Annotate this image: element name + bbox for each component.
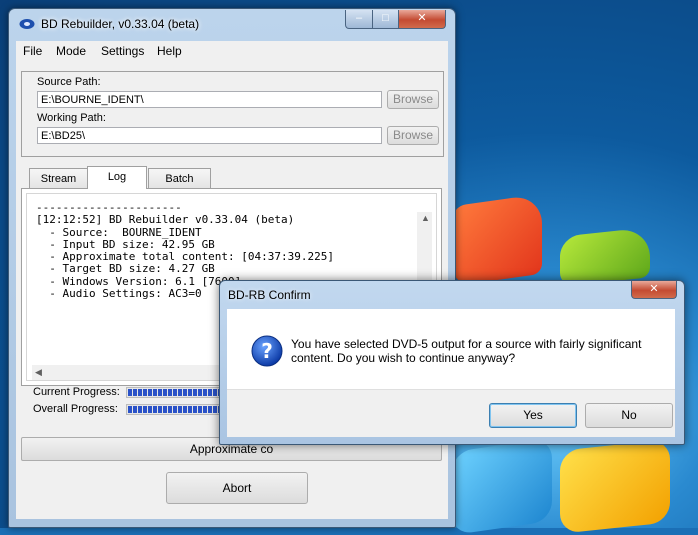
windows-logo-blue [452, 437, 552, 535]
overall-progress-label: Overall Progress: [33, 403, 118, 415]
dialog-title: BD-RB Confirm [228, 288, 311, 302]
scroll-up-arrow-icon[interactable]: ▲ [421, 213, 430, 223]
abort-button[interactable]: Abort [166, 472, 308, 504]
minimize-button[interactable]: – [345, 10, 373, 29]
svg-text:?: ? [261, 339, 273, 363]
question-icon: ? [251, 335, 283, 367]
working-path-input[interactable]: E:\BD25\ [37, 127, 382, 144]
title-bar[interactable]: BD Rebuilder, v0.33.04 (beta) – □ ✕ [9, 9, 455, 39]
dialog-button-bar: Yes No [227, 389, 675, 437]
menu-help[interactable]: Help [157, 44, 182, 58]
current-progress-label: Current Progress: [33, 386, 120, 398]
menu-file[interactable]: File [23, 44, 42, 58]
tab-batch[interactable]: Batch [148, 168, 211, 188]
paths-panel: Source Path: E:\BOURNE_IDENT\ Browse Wor… [21, 71, 444, 157]
maximize-button[interactable]: □ [372, 10, 399, 29]
yes-button[interactable]: Yes [489, 403, 577, 428]
menu-bar: File Mode Settings Help [16, 41, 448, 61]
app-icon [19, 19, 35, 29]
main-window: BD Rebuilder, v0.33.04 (beta) – □ ✕ File… [8, 8, 456, 528]
working-path-label: Working Path: [37, 112, 106, 124]
confirm-dialog: BD-RB Confirm ✕ ? You have selected DVD-… [219, 280, 685, 445]
no-button[interactable]: No [585, 403, 673, 428]
windows-logo-red [452, 193, 542, 287]
tab-log[interactable]: Log [87, 166, 147, 189]
close-button[interactable]: ✕ [398, 10, 446, 29]
menu-mode[interactable]: Mode [56, 44, 86, 58]
dialog-client-area: ? You have selected DVD-5 output for a s… [227, 309, 675, 437]
source-path-label: Source Path: [37, 76, 101, 88]
working-browse-button[interactable]: Browse [387, 126, 439, 145]
tab-stream[interactable]: Stream [29, 168, 88, 188]
windows-logo-green [560, 227, 650, 287]
dialog-close-button[interactable]: ✕ [631, 281, 677, 299]
dialog-message: You have selected DVD-5 output for a sou… [291, 337, 642, 365]
windows-logo-yellow [560, 439, 670, 534]
source-path-input[interactable]: E:\BOURNE_IDENT\ [37, 91, 382, 108]
window-title: BD Rebuilder, v0.33.04 (beta) [41, 17, 200, 31]
source-browse-button[interactable]: Browse [387, 90, 439, 109]
menu-settings[interactable]: Settings [101, 44, 144, 58]
scroll-left-arrow-icon[interactable]: ◀ [35, 367, 42, 378]
